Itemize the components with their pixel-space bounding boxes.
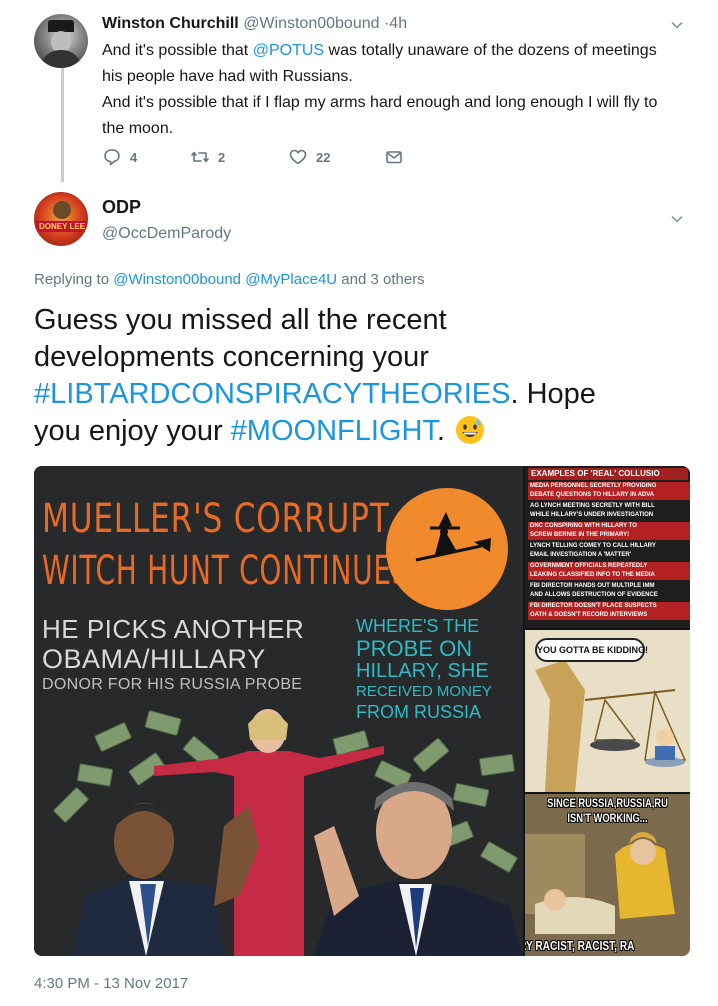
tweet-time[interactable]: ·4h	[384, 15, 407, 32]
author-handle[interactable]: @Winston00bound	[243, 15, 379, 32]
avatar-logo-text: DONEY LEE	[35, 221, 87, 232]
list-item: WHILE HILLARY'S UNDER INVESTIGATION	[530, 512, 654, 518]
heart-icon	[289, 149, 307, 165]
avatar[interactable]: DONEY LEE	[34, 192, 88, 246]
image-headline: WITCH HUNT CONTINUES	[42, 548, 411, 594]
tweet-text: Guess you missed all the recent developm…	[34, 302, 694, 450]
tweet-text: And it's possible that @POTUS was totall…	[102, 38, 692, 142]
like-count: 22	[316, 149, 331, 165]
meme-caption-bottom: RY RACIST, RACIST, RA	[525, 938, 635, 953]
list-item: GOVERNMENT OFFICIALS REPEATEDLY	[528, 562, 690, 571]
avatar[interactable]	[34, 14, 88, 68]
tweet-text-line: #LIBTARDCONSPIRACYTHEORIES. Hope	[34, 378, 596, 410]
grinning-sweat-emoji-icon	[455, 415, 485, 445]
speech-bubble: YOU GOTTA BE KIDDING!	[535, 638, 648, 662]
author-handle[interactable]: @OccDemParody	[102, 224, 231, 244]
list-item: DEBATE QUESTIONS TO HILLARY IN ADVA	[528, 491, 690, 500]
media-image-collusion-list[interactable]: EXAMPLES OF 'REAL' COLLUSIO MEDIA PERSON…	[525, 466, 690, 628]
tweet-header: Winston Churchill @Winston00bound ·4h	[102, 14, 407, 34]
list-item: EMAIL INVESTIGATION A 'MATTER'	[530, 552, 632, 558]
meme-caption-top: SINCE RUSSIA,RUSSIA,RU ISN'T WORKING...	[547, 796, 668, 825]
person-photo-man-left	[74, 803, 259, 956]
image-caption-right: HILLARY, SHE	[356, 660, 489, 682]
list-item: LEAKING CLASSIFIED INFO TO THE MEDIA	[528, 571, 690, 580]
image-caption-right: WHERE'S THE	[356, 616, 480, 636]
others-link[interactable]: and 3 others	[337, 271, 424, 288]
tweet-text-line: you enjoy your #MOONFLIGHT.	[34, 413, 694, 450]
retweet-icon	[191, 151, 209, 163]
list-item: AG LYNCH MEETING SECRETLY WITH BILL	[530, 503, 655, 509]
media-image-cartoon[interactable]: YOU GOTTA BE KIDDING!	[525, 630, 690, 792]
media-image-meme[interactable]: SINCE RUSSIA,RUSSIA,RU ISN'T WORKING... …	[525, 794, 690, 956]
retweet-count: 2	[218, 149, 226, 165]
mention-link[interactable]: @MyPlace4U	[245, 271, 337, 288]
image-caption-left: HE PICKS ANOTHER	[42, 614, 305, 644]
hashtag-link[interactable]: #LIBTARDCONSPIRACYTHEORIES	[34, 378, 510, 410]
like-button[interactable]: 22	[288, 146, 330, 168]
chevron-down-icon[interactable]	[670, 212, 684, 226]
tweet-text-line: developments concerning your	[34, 341, 429, 373]
list-item: DNC CONSPIRING WITH HILLARY TO	[528, 522, 690, 531]
author-name[interactable]: Winston Churchill	[102, 15, 239, 32]
image-caption-right: PROBE ON	[356, 636, 473, 661]
thread-connector-line	[61, 64, 64, 182]
image-caption-left: OBAMA/HILLARY	[42, 644, 266, 674]
image-title: EXAMPLES OF 'REAL' COLLUSIO	[528, 468, 688, 480]
list-item: FBI DIRECTOR HANDS OUT MULTIPLE IMM	[530, 583, 655, 589]
reply-button[interactable]: 4	[102, 146, 137, 168]
tweet-text-line: And it's possible that if I flap my arms…	[102, 94, 658, 111]
list-item: MEDIA PERSONNEL SECRETLY PROVIDING	[528, 482, 690, 491]
tweet-timestamp[interactable]: 4:30 PM - 13 Nov 2017	[34, 974, 188, 994]
list-item: LYNCH TELLING COMEY TO CALL HILLARY	[530, 543, 656, 549]
image-caption-left: DONOR FOR HIS RUSSIA PROBE	[42, 676, 303, 693]
hashtag-link[interactable]: #MOONFLIGHT	[231, 415, 437, 447]
mention-link[interactable]: @POTUS	[253, 42, 324, 59]
media-gallery[interactable]: MUELLER'S CORRUPT WITCH HUNT CONTINUES H…	[34, 466, 690, 956]
tweet-text-line: Guess you missed all the recent	[34, 304, 447, 336]
media-image-main[interactable]: MUELLER'S CORRUPT WITCH HUNT CONTINUES H…	[34, 466, 523, 956]
direct-message-button[interactable]	[384, 146, 412, 168]
list-item: SCREW BERNIE IN THE PRIMARY!	[528, 531, 690, 540]
moon-witch-graphic	[386, 488, 508, 610]
image-headline: MUELLER'S CORRUPT	[42, 496, 390, 542]
list-item: OATH & DOESN'T RECORD INTERVIEWS	[528, 611, 690, 620]
reply-icon	[104, 149, 120, 166]
money-graphic	[76, 763, 114, 787]
money-graphic	[93, 721, 133, 753]
image-caption-right: RECEIVED MONEY	[356, 683, 492, 700]
tweet-text-line: the moon.	[102, 120, 174, 137]
replying-to: Replying to @Winston00bound @MyPlace4U a…	[34, 271, 425, 288]
tweet-text-line: And it's possible that @POTUS was totall…	[102, 42, 657, 59]
retweet-button[interactable]: 2	[190, 146, 225, 168]
tweet-text-line: his people have had with Russians.	[102, 68, 353, 85]
author-name[interactable]: ODP	[102, 196, 141, 218]
person-photo-man-right	[314, 782, 523, 956]
reply-count: 4	[130, 149, 138, 165]
mention-link[interactable]: @Winston00bound	[113, 271, 241, 288]
list-item: FBI DIRECTOR DOESN'T PLACE SUSPECTS	[528, 602, 690, 611]
envelope-icon	[386, 151, 402, 164]
chevron-down-icon[interactable]	[670, 18, 684, 32]
list-item: AND ALLOWS DESTRUCTION OF EVIDENCE	[530, 592, 658, 598]
